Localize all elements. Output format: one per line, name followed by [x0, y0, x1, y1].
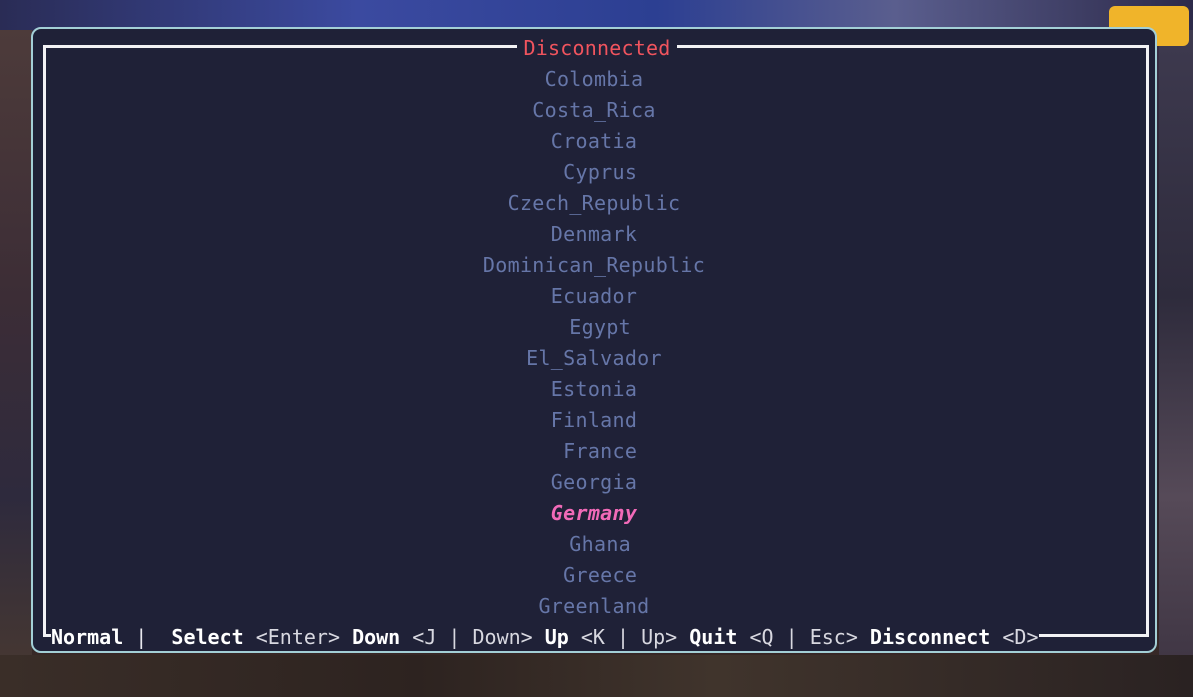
quit-hint-label: Quit	[689, 625, 738, 649]
down-hint-key: <J | Down>	[412, 625, 533, 649]
country-item[interactable]: Finland	[33, 405, 1155, 436]
country-item-selected[interactable]: Germany	[33, 498, 1155, 529]
country-item[interactable]: Colombia	[33, 64, 1155, 95]
connection-status-title: Disconnected	[517, 36, 677, 60]
status-bar: Normal | Select <Enter> Down <J | Down> …	[51, 623, 1039, 651]
disconnect-hint-key: <D>	[1002, 625, 1039, 649]
country-item[interactable]: Ecuador	[33, 281, 1155, 312]
up-hint-label: Up	[544, 625, 569, 649]
country-item[interactable]: Georgia	[33, 467, 1155, 498]
country-item[interactable]: Estonia	[33, 374, 1155, 405]
terminal-window: Disconnected Colombia Costa_Rica Croatia C…	[31, 27, 1157, 653]
country-list[interactable]: Colombia Costa_Rica Croatia Cyprus Czech_Re…	[33, 64, 1155, 622]
wallpaper-top	[0, 0, 1193, 30]
select-hint-key: <Enter>	[255, 625, 341, 649]
country-item[interactable]: France	[33, 436, 1155, 467]
country-item[interactable]: El_Salvador	[33, 343, 1155, 374]
wallpaper-left	[0, 30, 32, 697]
country-item[interactable]: Croatia	[33, 126, 1155, 157]
up-hint-key: <K | Up>	[580, 625, 678, 649]
wallpaper-bottom	[0, 655, 1193, 697]
country-item[interactable]: Costa_Rica	[33, 95, 1155, 126]
country-item[interactable]: Greece	[33, 560, 1155, 591]
disconnect-hint-label: Disconnect	[869, 625, 991, 649]
country-item[interactable]: Greenland	[33, 591, 1155, 622]
country-item[interactable]: Egypt	[33, 312, 1155, 343]
select-hint-label: Select	[171, 625, 244, 649]
country-item[interactable]: Ghana	[33, 529, 1155, 560]
mode-label: Normal	[51, 625, 124, 649]
wallpaper-right	[1159, 30, 1193, 697]
country-item[interactable]: Czech_Republic	[33, 188, 1155, 219]
country-item[interactable]: Cyprus	[33, 157, 1155, 188]
quit-hint-key: <Q | Esc>	[749, 625, 858, 649]
mode-separator: |	[123, 625, 160, 649]
country-item[interactable]: Denmark	[33, 219, 1155, 250]
country-item[interactable]: Dominican_Republic	[33, 250, 1155, 281]
down-hint-label: Down	[352, 625, 401, 649]
